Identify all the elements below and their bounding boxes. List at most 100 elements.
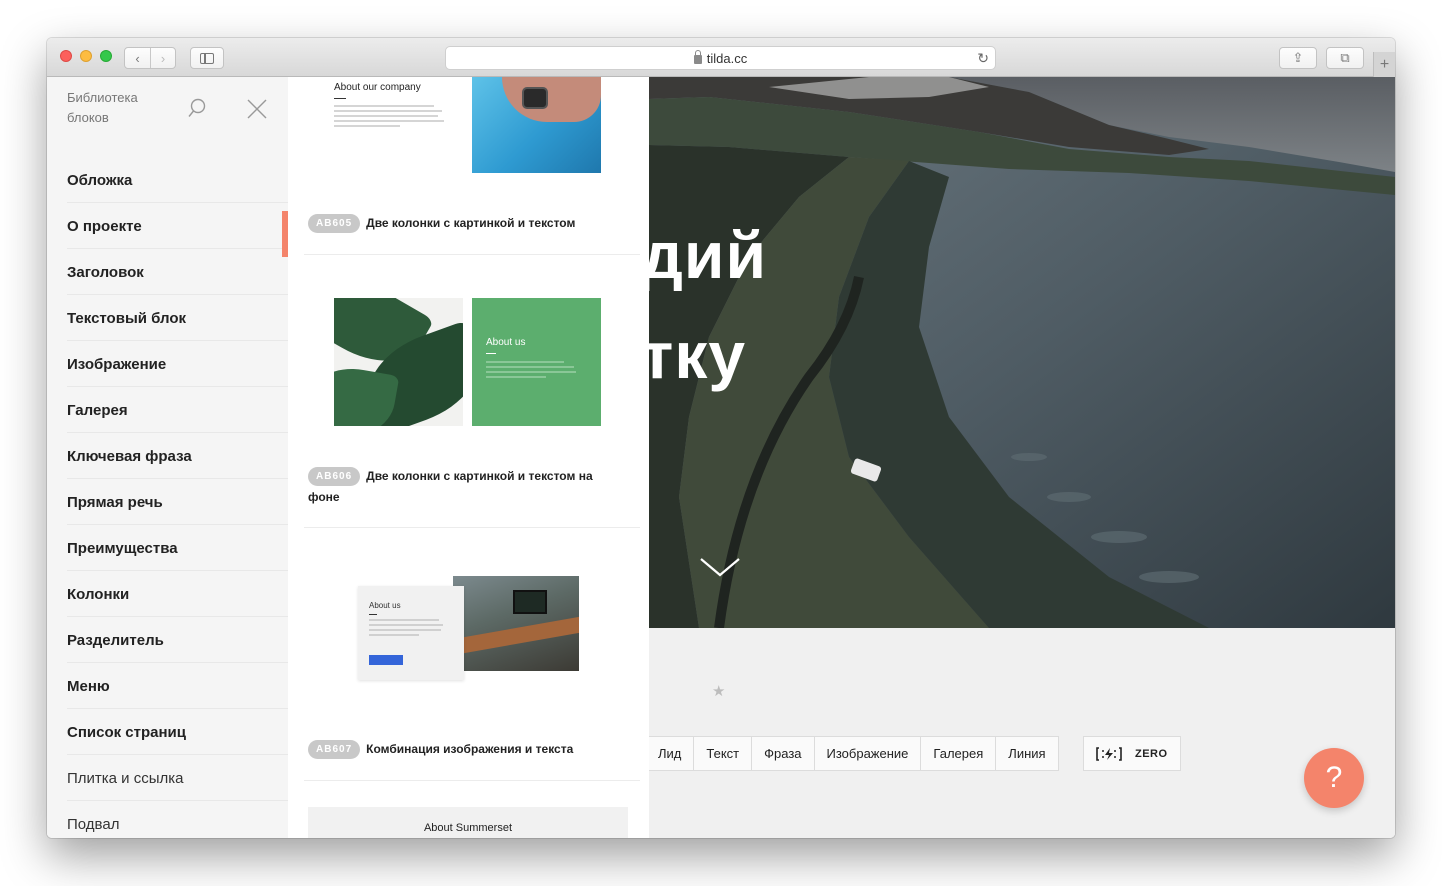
window-maximize-button[interactable] xyxy=(100,50,112,62)
category-item[interactable]: О проекте xyxy=(47,203,288,257)
category-label: Изображение xyxy=(67,355,167,373)
back-button[interactable]: ‹ xyxy=(125,48,150,68)
question-icon: ? xyxy=(1325,761,1343,794)
category-label: Прямая речь xyxy=(67,493,163,511)
scroll-down-arrow-icon[interactable] xyxy=(699,555,741,579)
preview-body-lines xyxy=(369,619,445,639)
category-label: Плитка и ссылка xyxy=(67,769,184,787)
category-label: Меню xyxy=(67,677,110,695)
tabs-icon: ⧉ xyxy=(1340,50,1350,65)
quick-block-button[interactable]: Галерея xyxy=(920,737,995,770)
quick-block-button[interactable]: Текст xyxy=(693,737,751,770)
hand-shape xyxy=(502,77,601,122)
preview-body-lines xyxy=(486,361,578,381)
preview-body-lines xyxy=(334,105,464,127)
category-item[interactable]: Список страниц xyxy=(47,709,288,755)
preview-divider xyxy=(486,353,496,354)
hero-landscape-image xyxy=(649,77,1395,628)
category-item[interactable]: Обложка xyxy=(47,157,288,203)
category-label: Заголовок xyxy=(67,263,144,281)
category-label: Колонки xyxy=(67,585,130,603)
new-tab-button[interactable]: + xyxy=(1373,52,1395,77)
block-caption: AB605 Две колонки с картинкой и текстом xyxy=(308,213,618,234)
block-library-sidebar: Библиотека блоков Обложка О проекте Заголо… xyxy=(47,77,288,838)
toggle-sidebar-button[interactable] xyxy=(190,47,224,69)
category-item[interactable]: Изображение xyxy=(47,341,288,387)
star-icon: ★ xyxy=(712,683,726,700)
quick-block-button[interactable]: Изображение xyxy=(813,737,921,770)
category-label: Ключевая фраза xyxy=(67,447,192,465)
category-item[interactable]: Подвал xyxy=(47,801,288,838)
desk-shape xyxy=(453,616,579,656)
zero-block-label: ZERO xyxy=(1135,747,1168,760)
quick-block-button[interactable]: Линия xyxy=(995,737,1057,770)
share-button[interactable]: ⇪ xyxy=(1279,47,1317,69)
block-code-badge: AB606 xyxy=(308,467,361,486)
block-preview-image xyxy=(334,298,463,426)
block-preview-text-panel: About us xyxy=(472,298,601,426)
block-preview-image xyxy=(472,77,601,173)
monitor-shape xyxy=(513,590,547,614)
tab-overview-button[interactable]: ⧉ xyxy=(1326,47,1364,69)
preview-title: About us xyxy=(369,601,401,610)
watch-shape xyxy=(522,87,548,109)
category-label: Подвал xyxy=(67,815,120,833)
category-item[interactable]: Колонки xyxy=(47,571,288,617)
preview-title: About Summerset xyxy=(423,822,513,834)
close-icon[interactable] xyxy=(247,99,267,119)
block-name: Две колонки с картинкой и текстом xyxy=(366,216,576,230)
block-name: Комбинация изображения и текста xyxy=(366,742,574,756)
block-divider xyxy=(304,527,640,528)
category-label: Текстовый блок xyxy=(67,309,187,327)
block-card-next[interactable]: About Summerset xyxy=(308,807,628,838)
category-item[interactable]: Галерея xyxy=(47,387,288,433)
browser-window: ‹ › tilda.cc ↻ ⇪ ⧉ + дий тку ★ Лид Текст… xyxy=(47,38,1395,838)
search-icon[interactable] xyxy=(188,98,206,118)
category-label: Список страниц xyxy=(67,723,186,741)
category-item[interactable]: Разделитель xyxy=(47,617,288,663)
share-icon: ⇪ xyxy=(1292,50,1304,65)
category-label: Разделитель xyxy=(67,631,164,649)
forward-button[interactable]: › xyxy=(149,48,175,68)
hero-cover: дий тку xyxy=(649,77,1395,628)
category-item[interactable]: Заголовок xyxy=(47,249,288,295)
category-item[interactable]: Текстовый блок xyxy=(47,295,288,341)
category-item[interactable]: Преимущества xyxy=(47,525,288,571)
block-code-badge: AB605 xyxy=(308,214,361,233)
category-item[interactable]: Меню xyxy=(47,663,288,709)
quick-block-button[interactable]: Лид xyxy=(646,737,693,770)
hero-title-line-1: дий xyxy=(649,218,768,292)
preview-divider xyxy=(369,614,377,615)
zero-lightning-icon xyxy=(1096,746,1122,761)
help-button[interactable]: ? xyxy=(1304,748,1364,808)
block-caption: AB607 Комбинация изображения и текста xyxy=(308,739,618,760)
zero-block-button[interactable]: ZERO xyxy=(1083,736,1181,771)
quick-block-toolbar: Лид Текст Фраза Изображение Галерея Линия xyxy=(645,736,1059,771)
category-label: Преимущества xyxy=(67,539,178,557)
block-code-badge: AB607 xyxy=(308,740,361,759)
block-preview-image xyxy=(453,576,579,671)
category-item[interactable]: Ключевая фраза xyxy=(47,433,288,479)
browser-titlebar: ‹ › tilda.cc ↻ ⇪ ⧉ + xyxy=(47,38,1395,77)
category-label: О проекте xyxy=(67,217,142,235)
block-divider xyxy=(304,254,640,255)
preview-divider xyxy=(334,98,346,99)
block-preview-card: About us xyxy=(358,586,464,680)
block-divider xyxy=(304,780,640,781)
window-close-button[interactable] xyxy=(60,50,72,62)
plus-icon: + xyxy=(1379,55,1390,73)
category-item[interactable]: Прямая речь xyxy=(47,479,288,525)
preview-title: About our company xyxy=(334,82,421,93)
library-title: Библиотека блоков xyxy=(67,90,138,125)
block-previews-panel: About our company AB605 Две колонки с кар… xyxy=(288,77,649,838)
block-preview-text: About our company xyxy=(334,77,464,173)
quick-block-button[interactable]: Фраза xyxy=(751,737,813,770)
window-minimize-button[interactable] xyxy=(80,50,92,62)
category-item[interactable]: Плитка и ссылка xyxy=(47,755,288,801)
lock-icon xyxy=(693,49,702,64)
block-caption: AB606 Две колонки с картинкой и текстом н… xyxy=(308,466,618,508)
address-bar[interactable]: tilda.cc ↻ xyxy=(445,46,996,70)
category-label: Обложка xyxy=(67,171,133,189)
preview-button xyxy=(369,655,403,665)
reload-icon[interactable]: ↻ xyxy=(977,50,989,67)
